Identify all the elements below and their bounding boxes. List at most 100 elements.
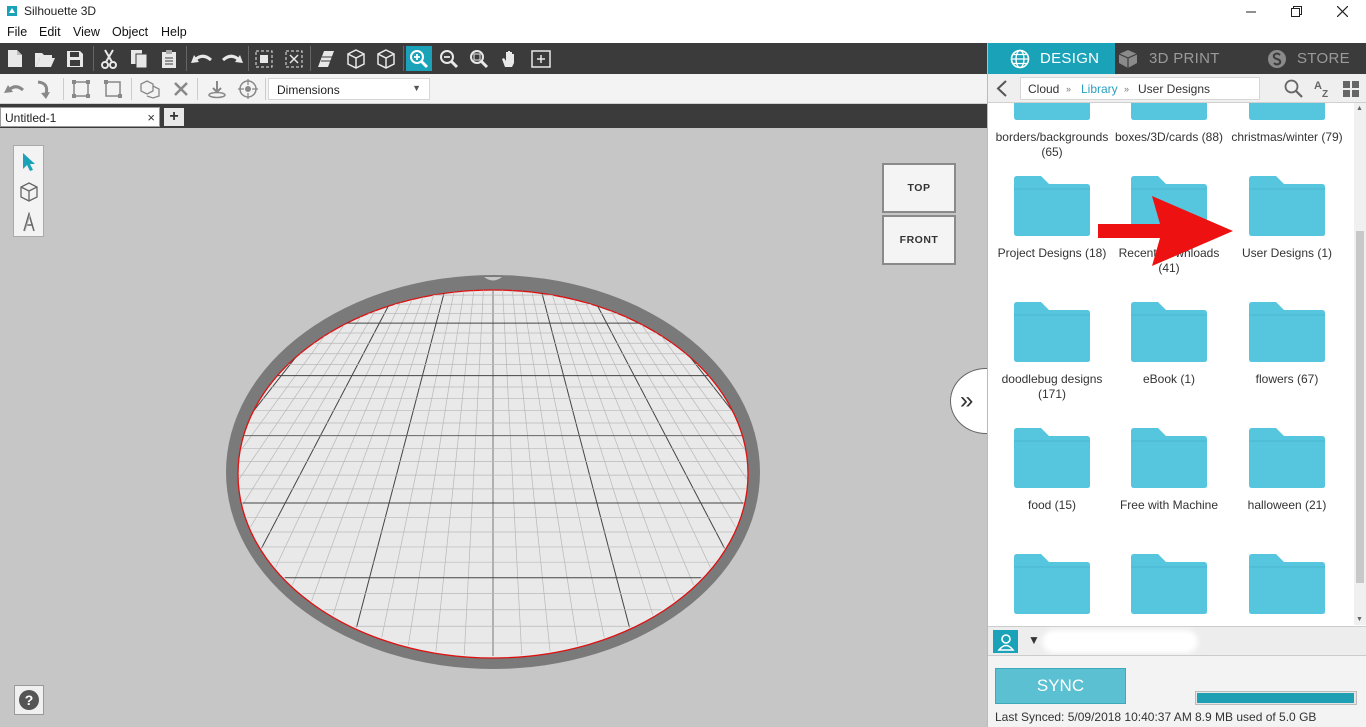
folder-item[interactable]	[1110, 553, 1228, 624]
folder-item[interactable]	[1228, 553, 1346, 624]
menu-bar: File Edit View Object Help	[0, 23, 1366, 43]
folder-icon	[1014, 302, 1090, 362]
select-all-button[interactable]	[251, 46, 277, 71]
folder-item[interactable]: food (15)	[993, 427, 1111, 513]
sync-button[interactable]: SYNC	[995, 668, 1126, 704]
rotate-left-icon	[4, 85, 24, 93]
add-tab-button[interactable]: +	[164, 108, 184, 126]
menu-edit[interactable]: Edit	[39, 25, 61, 39]
plate-grid	[239, 290, 747, 656]
tab-store[interactable]: STORE	[1245, 43, 1366, 74]
view-cube-front[interactable]: FRONT	[882, 215, 956, 265]
open-button[interactable]	[32, 46, 58, 71]
cube-wire-view-button[interactable]	[343, 46, 369, 71]
menu-help[interactable]: Help	[161, 25, 187, 39]
folder-item[interactable]: User Designs (1)	[1228, 175, 1346, 261]
save-icon	[67, 50, 83, 67]
folder-item[interactable]: flowers (67)	[1228, 301, 1346, 387]
tab-3d-print[interactable]: 3D PRINT	[1115, 43, 1245, 74]
center-button[interactable]	[235, 77, 261, 101]
group-button[interactable]	[68, 77, 94, 101]
undo-icon	[191, 54, 212, 63]
copy-button[interactable]	[126, 46, 152, 71]
duplicate-button[interactable]	[137, 77, 163, 101]
rotate-left-button[interactable]	[2, 77, 28, 101]
dimensions-dropdown[interactable]: Dimensions ▼	[268, 78, 430, 100]
store-icon	[1268, 49, 1286, 68]
zoom-in-icon	[410, 49, 429, 68]
zoom-in-button[interactable]	[406, 46, 432, 71]
text-tool[interactable]	[16, 209, 42, 235]
folder-item[interactable]: borders/backgrounds (65)	[993, 103, 1111, 160]
ungroup-button[interactable]	[100, 77, 126, 101]
breadcrumb-library[interactable]: Library	[1081, 82, 1118, 96]
open-folder-icon	[35, 52, 55, 67]
shape-tool[interactable]	[16, 179, 42, 205]
folder-item[interactable]: Free with Machine	[1110, 427, 1228, 513]
pan-button[interactable]	[497, 46, 523, 71]
user-menu-caret-icon[interactable]: ▼	[1028, 633, 1040, 647]
group-icon	[72, 80, 90, 98]
left-tool-palette	[13, 145, 44, 237]
folder-scrollbar[interactable]: ▲ ▼	[1354, 103, 1366, 625]
cube-solid-view-button[interactable]	[373, 46, 399, 71]
user-button[interactable]	[993, 630, 1018, 653]
breadcrumb-separator-icon: »	[1124, 84, 1130, 94]
red-arrow-annotation	[1098, 196, 1233, 266]
view-cube-top[interactable]: TOP	[882, 163, 956, 213]
scroll-up-icon[interactable]: ▲	[1356, 105, 1363, 112]
menu-file[interactable]: File	[7, 25, 27, 39]
document-tabs: Untitled-1 × +	[0, 104, 987, 128]
folder-item[interactable]: boxes/3D/cards (88)	[1110, 103, 1228, 145]
zoom-fit-button[interactable]	[466, 46, 492, 71]
save-button[interactable]	[62, 46, 88, 71]
scissors-icon	[101, 48, 117, 69]
grid-view-button[interactable]	[1343, 81, 1359, 100]
help-button[interactable]: ?	[14, 685, 44, 715]
design-canvas[interactable]: TOP FRONT » ?	[0, 128, 1022, 727]
folder-item[interactable]: doodlebug designs (171)	[993, 301, 1111, 402]
library-panel: DESIGN 3D PRINT STORE Cloud » Library » …	[987, 43, 1366, 727]
drop-to-plate-button[interactable]	[204, 77, 230, 101]
tab-store-label: STORE	[1297, 50, 1350, 67]
menu-object[interactable]: Object	[112, 25, 148, 39]
redo-button[interactable]	[219, 46, 245, 71]
paste-button[interactable]	[156, 46, 182, 71]
cut-button[interactable]	[96, 46, 122, 71]
folder-label: Project Designs (18)	[997, 246, 1107, 260]
delete-button[interactable]	[168, 77, 194, 101]
restore-button[interactable]	[1273, 0, 1319, 23]
folder-item[interactable]: Project Designs (18)	[993, 175, 1111, 261]
print-bed-plate	[226, 275, 760, 669]
rotate-right-button[interactable]	[31, 77, 57, 101]
folder-icon	[1249, 103, 1325, 120]
search-button[interactable]	[1284, 79, 1303, 101]
document-tab[interactable]: Untitled-1 ×	[0, 107, 160, 127]
new-button[interactable]	[2, 46, 28, 71]
tab-design[interactable]: DESIGN	[988, 43, 1115, 74]
close-tab-icon[interactable]: ×	[147, 110, 155, 125]
perspective-view-button[interactable]	[313, 46, 339, 71]
undo-button[interactable]	[189, 46, 215, 71]
folder-item[interactable]: eBook (1)	[1110, 301, 1228, 387]
back-button[interactable]	[996, 80, 1008, 100]
add-page-button[interactable]	[528, 46, 554, 71]
folder-item[interactable]: halloween (21)	[1228, 427, 1346, 513]
breadcrumb-cloud[interactable]: Cloud	[1028, 82, 1059, 96]
cube-icon	[1118, 49, 1138, 68]
sort-button[interactable]: AZ	[1314, 79, 1332, 101]
scroll-down-icon[interactable]: ▼	[1356, 616, 1363, 623]
zoom-out-button[interactable]	[436, 46, 462, 71]
minimize-button[interactable]	[1228, 0, 1274, 23]
folder-item[interactable]	[993, 553, 1111, 624]
close-window-button[interactable]	[1319, 0, 1365, 23]
scrollbar-thumb[interactable]	[1356, 231, 1364, 583]
duplicate-cube-icon	[140, 80, 160, 99]
folder-icon	[1249, 554, 1325, 614]
select-tool[interactable]	[16, 149, 42, 175]
view-cube[interactable]: TOP FRONT	[882, 163, 956, 265]
folder-item[interactable]: christmas/winter (79)	[1228, 103, 1346, 145]
menu-view[interactable]: View	[73, 25, 100, 39]
toolbar-separator	[265, 78, 266, 100]
deselect-button[interactable]	[281, 46, 307, 71]
